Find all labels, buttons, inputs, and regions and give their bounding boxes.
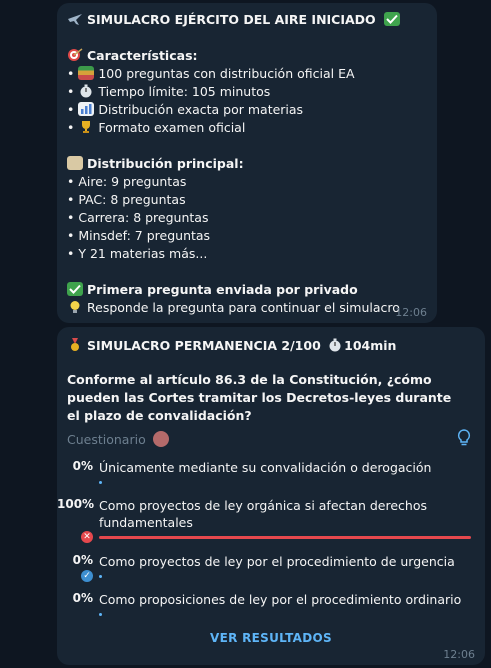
option-result-bar: [99, 613, 102, 616]
quiz-type-row: Cuestionario: [67, 431, 475, 449]
clipboard-icon: [67, 156, 83, 170]
sent-note: Responde la pregunta para continuar el s…: [87, 300, 400, 315]
feature-item: • Distribución exacta por materias: [67, 102, 304, 117]
stopwatch-icon: [327, 338, 343, 352]
option-result-bar: [99, 536, 471, 539]
option-percent: 0%: [72, 591, 93, 605]
feature-item: • 100 preguntas con distribución oficial…: [67, 66, 355, 81]
sent-heading-row: Primera pregunta enviada por privado: [67, 281, 427, 299]
message-time: 12:06: [443, 648, 475, 661]
option-percent: 100%: [57, 497, 95, 511]
poll-question: Conforme al artículo 86.3 de la Constitu…: [67, 372, 452, 423]
features-heading: Características:: [87, 48, 198, 63]
option-percent: 0%: [72, 553, 93, 567]
poll-timer: 104min: [344, 338, 397, 353]
stopwatch-icon: [78, 84, 94, 98]
lightbulb-icon: [67, 300, 83, 314]
distribution-heading: Distribución principal:: [87, 156, 244, 171]
poll-header-row: SIMULACRO PERMANENCIA 2/100 104min: [67, 337, 475, 355]
distribution-item: • Aire: 9 preguntas: [67, 174, 187, 189]
option-text: Como proyectos de ley orgánica si afecta…: [99, 498, 427, 530]
quiz-type-label: Cuestionario: [67, 432, 146, 447]
option-text: Como proyectos de ley por el procedimien…: [99, 554, 455, 569]
airplane-icon: [67, 12, 83, 26]
option-result-bar: [99, 575, 102, 578]
voter-avatar: [152, 431, 169, 447]
distribution-heading-row: Distribución principal:: [67, 155, 427, 173]
feature-item: • Formato examen oficial: [67, 120, 246, 135]
message-time: 12:06: [395, 306, 427, 319]
check-icon: [67, 282, 83, 296]
sent-heading: Primera pregunta enviada por privado: [87, 282, 358, 297]
lightbulb-icon[interactable]: [457, 429, 471, 447]
distribution-item: • Minsdef: 7 preguntas: [67, 228, 211, 243]
books-icon: [78, 66, 95, 80]
distribution-item: • Carrera: 8 preguntas: [67, 210, 209, 225]
option-text: Como proposiciones de ley por el procedi…: [99, 592, 462, 607]
medal-icon: [67, 338, 83, 352]
sent-note-row: Responde la pregunta para continuar el s…: [67, 299, 427, 317]
poll-option[interactable]: 0% Como proyectos de ley por el procedim…: [57, 553, 485, 583]
poll-option[interactable]: 0% Como proposiciones de ley por el proc…: [57, 591, 485, 621]
wrong-answer-icon: ✕: [81, 531, 93, 543]
poll-message-bubble: SIMULACRO PERMANENCIA 2/100 104min Confo…: [57, 327, 485, 665]
poll-header: SIMULACRO PERMANENCIA 2/100: [87, 338, 321, 353]
view-results-button[interactable]: VER RESULTADOS: [57, 631, 485, 645]
poll-option[interactable]: 0% Únicamente mediante su convalidación …: [57, 459, 485, 489]
option-percent: 0%: [72, 459, 93, 473]
feature-item: • Tiempo límite: 105 minutos: [67, 84, 271, 99]
features-heading-row: Características:: [67, 47, 427, 65]
distribution-item: • Y 21 materias más...: [67, 246, 208, 261]
check-icon: [384, 12, 401, 26]
target-icon: [67, 48, 83, 62]
message-bubble-start: SIMULACRO EJÉRCITO DEL AIRE INICIADO Car…: [57, 3, 437, 323]
option-text: Únicamente mediante su convalidación o d…: [99, 460, 432, 475]
poll-option[interactable]: 100% Como proyectos de ley orgánica si a…: [57, 497, 485, 545]
distribution-item: • PAC: 8 preguntas: [67, 192, 186, 207]
trophy-icon: [78, 120, 94, 134]
option-result-bar: [99, 481, 102, 484]
bar-chart-icon: [78, 102, 95, 116]
correct-answer-icon: ✓: [81, 570, 93, 582]
message-title-row: SIMULACRO EJÉRCITO DEL AIRE INICIADO: [67, 11, 427, 29]
message-title: SIMULACRO EJÉRCITO DEL AIRE INICIADO: [87, 12, 376, 27]
